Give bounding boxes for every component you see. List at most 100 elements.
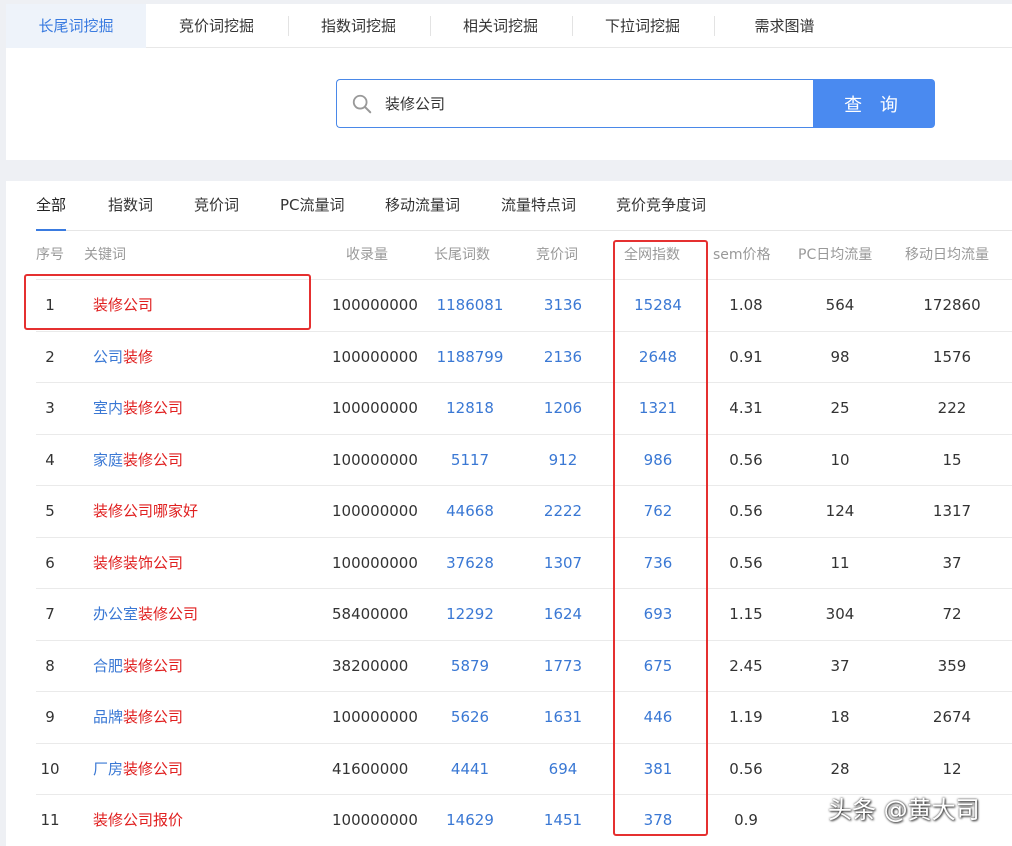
- cell-bid-words[interactable]: 1451: [530, 795, 596, 846]
- cell-longtail-count[interactable]: 5117: [430, 435, 510, 486]
- cell-indexed: 58400000: [332, 605, 409, 623]
- cell-total-index[interactable]: 378: [622, 795, 694, 846]
- cell-total-index[interactable]: 693: [622, 589, 694, 640]
- tab-index-words[interactable]: 指数词挖掘: [288, 4, 429, 48]
- keyword-highlight: 装修公司: [93, 502, 154, 520]
- keyword-prefix: 办公室: [93, 605, 139, 623]
- watermark: 头条 @黄大司: [828, 796, 980, 824]
- cell-total-index[interactable]: 381: [622, 744, 694, 795]
- cell-total-index[interactable]: 2648: [622, 332, 694, 383]
- cell-keyword[interactable]: 家庭装修公司: [93, 435, 183, 486]
- cell-sem-price: 0.56: [729, 553, 763, 572]
- cell-longtail-count[interactable]: 44668: [430, 486, 510, 537]
- filter-tab-mobile-traffic[interactable]: 移动流量词: [385, 181, 460, 231]
- cell-total-index[interactable]: 15284: [622, 280, 694, 331]
- cell-index: 11: [40, 811, 60, 829]
- filter-tab-traffic-feature[interactable]: 流量特点词: [501, 181, 576, 231]
- cell-longtail-count[interactable]: 12292: [430, 589, 510, 640]
- filter-tab-bid[interactable]: 竞价词: [194, 181, 239, 231]
- cell-keyword[interactable]: 公司装修: [93, 332, 153, 383]
- cell-longtail-count[interactable]: 5626: [430, 692, 510, 743]
- cell-bid-words[interactable]: 3136: [530, 280, 596, 331]
- cell-keyword[interactable]: 厂房装修公司: [93, 744, 183, 795]
- cell-total-index[interactable]: 1321: [622, 383, 694, 434]
- cell-total-index[interactable]: 675: [622, 641, 694, 692]
- col-pc-daily[interactable]: PC日均流量: [798, 231, 872, 279]
- col-indexed[interactable]: 收录量: [346, 231, 388, 279]
- cell-keyword[interactable]: 室内装修公司: [93, 383, 183, 434]
- cell-bid-words[interactable]: 2222: [530, 486, 596, 537]
- cell-longtail-count[interactable]: 1186081: [430, 280, 510, 331]
- cell-bid-words[interactable]: 1773: [530, 641, 596, 692]
- cell-bid-words[interactable]: 1206: [530, 383, 596, 434]
- table-header: 序号 关键词 收录量 长尾词数 竞价词 全网指数 sem价格 PC日均流量 移动…: [6, 231, 1012, 279]
- keyword-highlight: 装修公司: [123, 656, 184, 675]
- cell-longtail-count[interactable]: 4441: [430, 744, 510, 795]
- cell-mobile-daily: 1576: [932, 347, 972, 366]
- cell-indexed: 100000000: [332, 708, 418, 726]
- table-row: 3 100000000 12818 1206 1321 4.31 25 222 室内装修公司: [36, 382, 1012, 433]
- tab-bid-words[interactable]: 竞价词挖掘: [146, 4, 287, 48]
- cell-keyword[interactable]: 装修公司: [93, 280, 153, 331]
- cell-longtail-count[interactable]: 1188799: [430, 332, 510, 383]
- tab-dropdown-words[interactable]: 下拉词挖掘: [572, 4, 713, 48]
- keyword-prefix: 合肥: [93, 656, 124, 675]
- cell-index: 3: [45, 399, 55, 417]
- keyword-highlight: 装修公司: [123, 399, 184, 417]
- cell-keyword[interactable]: 装修公司哪家好: [93, 486, 198, 537]
- keyword-suffix: 装饰公司: [123, 553, 184, 572]
- cell-longtail-count[interactable]: 5879: [430, 641, 510, 692]
- cell-sem-price: 4.31: [729, 399, 763, 417]
- cell-total-index[interactable]: 736: [622, 538, 694, 589]
- col-total-index[interactable]: 全网指数: [624, 231, 680, 279]
- cell-total-index[interactable]: 762: [622, 486, 694, 537]
- cell-mobile-daily: 172860: [923, 296, 981, 314]
- cell-keyword[interactable]: 合肥装修公司: [93, 641, 183, 692]
- cell-mobile-daily: 72: [942, 605, 962, 623]
- cell-index: 9: [45, 708, 55, 726]
- cell-sem-price: 0.9: [734, 811, 758, 829]
- keyword-highlight: 装修公司: [123, 708, 184, 726]
- cell-longtail-count[interactable]: 12818: [430, 383, 510, 434]
- cell-bid-words[interactable]: 694: [530, 744, 596, 795]
- query-button[interactable]: 查 询: [813, 79, 935, 128]
- cell-bid-words[interactable]: 912: [530, 435, 596, 486]
- filter-tab-bid-competition[interactable]: 竞价竞争度词: [616, 181, 706, 231]
- results-panel: 全部 指数词 竞价词 PC流量词 移动流量词 流量特点词 竞价竞争度词 序号 关…: [6, 181, 1012, 846]
- filter-tab-index[interactable]: 指数词: [108, 181, 153, 231]
- cell-keyword[interactable]: 办公室装修公司: [93, 589, 198, 640]
- tab-longtail[interactable]: 长尾词挖掘: [6, 4, 146, 48]
- keyword-highlight: 装修: [93, 553, 124, 572]
- table-row: 4 100000000 5117 912 986 0.56 10 15 家庭装修公司: [36, 433, 1012, 486]
- tab-demand-graph[interactable]: 需求图谱: [714, 4, 855, 48]
- tab-related-words[interactable]: 相关词挖掘: [430, 4, 571, 48]
- keyword-highlight: 装修公司: [123, 450, 184, 469]
- cell-bid-words[interactable]: 2136: [530, 332, 596, 383]
- search-input[interactable]: [385, 80, 805, 127]
- cell-pc-daily: 37: [830, 656, 850, 675]
- table-row: 5 100000000 44668 2222 762 0.56 124 1317 装修公司哪家好: [36, 485, 1012, 536]
- cell-bid-words[interactable]: 1631: [530, 692, 596, 743]
- cell-keyword[interactable]: 装修装饰公司: [93, 538, 183, 589]
- cell-keyword[interactable]: 装修公司报价: [93, 795, 183, 846]
- cell-bid-words[interactable]: 1307: [530, 538, 596, 589]
- col-longtail-count[interactable]: 长尾词数: [434, 231, 490, 279]
- cell-total-index[interactable]: 446: [622, 692, 694, 743]
- filter-tab-all[interactable]: 全部: [36, 181, 67, 231]
- cell-longtail-count[interactable]: 14629: [430, 795, 510, 846]
- cell-bid-words[interactable]: 1624: [530, 589, 596, 640]
- keyword-highlight: 装修公司: [138, 605, 199, 623]
- keyword-prefix: 公司: [93, 347, 124, 366]
- cell-indexed: 100000000: [332, 502, 418, 520]
- cell-longtail-count[interactable]: 37628: [430, 538, 510, 589]
- filter-tab-pc-traffic[interactable]: PC流量词: [280, 181, 345, 231]
- cell-index: 2: [45, 347, 55, 366]
- col-sem-price[interactable]: sem价格: [713, 231, 771, 279]
- col-mobile-daily[interactable]: 移动日均流量: [905, 231, 989, 279]
- col-index: 序号: [36, 247, 64, 263]
- col-bid-words[interactable]: 竞价词: [536, 231, 578, 279]
- cell-total-index[interactable]: 986: [622, 435, 694, 486]
- cell-keyword[interactable]: 品牌装修公司: [93, 692, 183, 743]
- col-keyword: 关键词: [84, 247, 126, 263]
- cell-pc-daily: 28: [830, 759, 850, 778]
